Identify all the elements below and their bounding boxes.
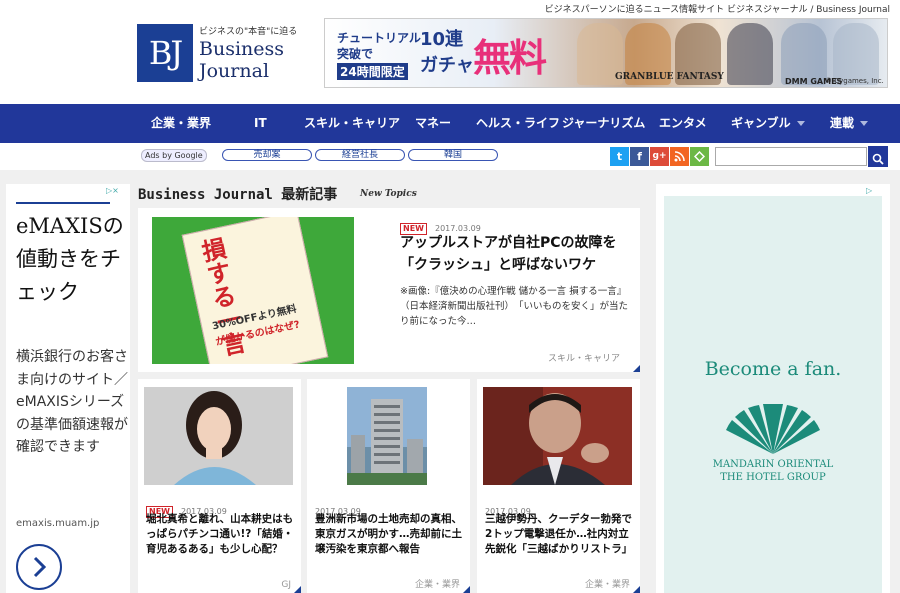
twitter-icon[interactable]: t	[610, 147, 629, 166]
banner-gacha-count: 10連	[420, 29, 464, 50]
google-plus-icon[interactable]: g+	[650, 147, 669, 166]
corner-marker	[633, 586, 640, 593]
nav-item-series[interactable]: 連載	[830, 104, 869, 143]
ads-by-google-label[interactable]: Ads by Google	[141, 149, 207, 162]
featured-article[interactable]: 損する一言 30%OFFより無料 が儲かるのはなぜ? NEW 2017.03.09…	[138, 208, 640, 372]
banner-line-1: チュートリアル	[337, 31, 421, 45]
game-ad-banner[interactable]: チュートリアル 突破で 24時間限定 10連 ガチャ 無料 GRANBLUE F…	[324, 18, 888, 88]
banner-gacha-label: ガチャ	[420, 55, 474, 76]
chevron-down-icon	[860, 121, 869, 126]
book-cover-image: 損する一言 30%OFFより無料 が儲かるのはなぜ?	[181, 217, 329, 364]
ad-brand-line-1: MANDARIN ORIENTAL	[712, 459, 834, 470]
adchoices-icon[interactable]: ▷×	[106, 186, 128, 197]
article-card[interactable]: 2017.03.09 豊洲新市場の土地売却の真相、東京ガスが明かす…売却前に土壌…	[307, 379, 470, 593]
featured-article-excerpt: ※画像:『億決めの心理作戦 儲かる一言 損する一言』（日本経済新聞出版社刊） 「…	[400, 286, 629, 327]
main-nav: 企業・業界 IT スキル・キャリア マネー ヘルス・ライフ ジャーナリズム エン…	[0, 104, 900, 143]
article-card[interactable]: 2017.03.09 三越伊勢丹、クーデター勃発で2トップ電撃退任か…社内対立先…	[477, 379, 640, 593]
character-art-6	[833, 23, 879, 85]
search-input[interactable]	[715, 147, 867, 166]
site-tagline: ビジネスパーソンに迫るニュース情報サイト ビジネスジャーナル / Busines…	[544, 5, 890, 15]
keyword-link-1[interactable]: 売却案	[222, 149, 312, 161]
logo-mark: BJ	[137, 24, 193, 82]
nav-item-entertainment[interactable]: エンタメ	[659, 104, 707, 143]
chevron-down-icon	[796, 121, 805, 126]
logo-text-business: Business	[199, 38, 285, 60]
section-subtitle: New Topics	[360, 189, 417, 199]
article-card-image[interactable]	[347, 387, 427, 485]
site-header: ビジネスパーソンに迫るニュース情報サイト ビジネスジャーナル / Busines…	[0, 0, 900, 104]
nav-item-journalism[interactable]: ジャーナリズム	[562, 104, 645, 143]
ad-brand-line-2: THE HOTEL GROUP	[720, 472, 826, 483]
corner-marker	[463, 586, 470, 593]
site-logo[interactable]: BJ ビジネスの"本音"に迫る Business Journal	[137, 24, 297, 84]
article-category[interactable]: 企業・業界	[585, 577, 630, 590]
portrait-photo	[483, 387, 632, 485]
featured-article-image[interactable]: 損する一言 30%OFFより無料 が儲かるのはなぜ?	[152, 217, 354, 364]
nav-item-money[interactable]: マネー	[415, 104, 451, 143]
article-card-title[interactable]: 豊洲新市場の土地売却の真相、東京ガスが明かす…売却前に土壌汚染を東京都へ報告	[315, 512, 465, 557]
nav-item-industry[interactable]: 企業・業界	[151, 104, 211, 143]
feedly-icon[interactable]	[690, 147, 709, 166]
banner-line-3: 24時間限定	[337, 63, 408, 80]
ad-brand: MANDARIN ORIENTAL THE HOTEL GROUP	[664, 458, 882, 484]
banner-line-2: 突破で	[337, 47, 374, 61]
article-category[interactable]: スキル・キャリア	[548, 351, 620, 364]
banner-copyright: © Cygames, Inc.	[825, 77, 884, 85]
rss-icon[interactable]	[670, 147, 689, 166]
ad-headline: Become a fan.	[704, 358, 842, 380]
search-icon	[872, 153, 884, 165]
nav-item-series-label: 連載	[830, 116, 855, 130]
article-card-title[interactable]: 堀北真希と離れ、山本耕史はもっぱらパチンコ通い!?「結婚・育児あるある」も少し心…	[146, 512, 296, 557]
banner-free-label: 無料	[473, 36, 547, 80]
left-ad[interactable]: ▷× eMAXISの値動きをチェック 横浜銀行のお客さま向けのサイト／eMAXI…	[6, 184, 130, 593]
ad-url: emaxis.muam.jp	[16, 518, 100, 529]
article-category[interactable]: GJ	[281, 580, 291, 590]
search-button[interactable]	[868, 146, 888, 167]
fan-logo-icon	[726, 404, 820, 454]
corner-marker	[633, 365, 640, 372]
nav-item-health-life[interactable]: ヘルス・ライフ	[476, 104, 560, 143]
ad-divider	[16, 202, 110, 204]
corner-marker	[294, 586, 301, 593]
character-art-4	[727, 23, 773, 85]
keyword-bar: Ads by Google 売却案 経営社長 韓国 t f g+	[0, 143, 900, 170]
building-photo	[347, 387, 427, 485]
logo-subtitle: ビジネスの"本音"に迫る	[199, 27, 298, 37]
nav-item-it[interactable]: IT	[254, 104, 267, 143]
article-card-image[interactable]	[483, 387, 632, 485]
character-art-5	[781, 23, 827, 85]
article-card[interactable]: NEW 2017.03.09 堀北真希と離れ、山本耕史はもっぱらパチンコ通い!?「…	[138, 379, 301, 593]
featured-article-title[interactable]: アップルストアが自社PCの故障を「クラッシュ」と呼ばないワケ	[400, 232, 628, 276]
ad-next-button[interactable]	[16, 544, 62, 590]
section-title: Business Journal 最新記事	[138, 187, 338, 203]
nav-item-gamble[interactable]: ギャンブル	[731, 104, 805, 143]
nav-item-gamble-label: ギャンブル	[731, 116, 791, 130]
ad-headline: eMAXISの値動きをチェック	[16, 214, 124, 304]
facebook-icon[interactable]: f	[630, 147, 649, 166]
banner-game-title: GRANBLUE FANTASY	[615, 72, 724, 82]
article-card-title[interactable]: 三越伊勢丹、クーデター勃発で2トップ電撃退任か…社内対立先鋭化「三越ばかりリスト…	[485, 512, 635, 557]
nav-item-skill-career[interactable]: スキル・キャリア	[304, 104, 400, 143]
portrait-photo	[144, 387, 293, 485]
keyword-link-3[interactable]: 韓国	[408, 149, 498, 161]
article-card-image[interactable]	[144, 387, 293, 485]
chevron-right-icon	[33, 556, 47, 578]
mandarin-oriental-ad[interactable]: Become a fan. MANDARIN ORIENTAL THE HOTE…	[664, 196, 882, 593]
keyword-link-2[interactable]: 経営社長	[315, 149, 405, 161]
logo-text-journal: Journal	[199, 60, 270, 82]
article-category[interactable]: 企業・業界	[415, 577, 460, 590]
ad-body-text: 横浜銀行のお客さま向けのサイト／eMAXISシリーズの基準価額速報が確認できます	[16, 349, 128, 455]
right-ad[interactable]: ▷ Become a fan. MANDARIN ORIENTAL THE HO…	[656, 184, 890, 593]
